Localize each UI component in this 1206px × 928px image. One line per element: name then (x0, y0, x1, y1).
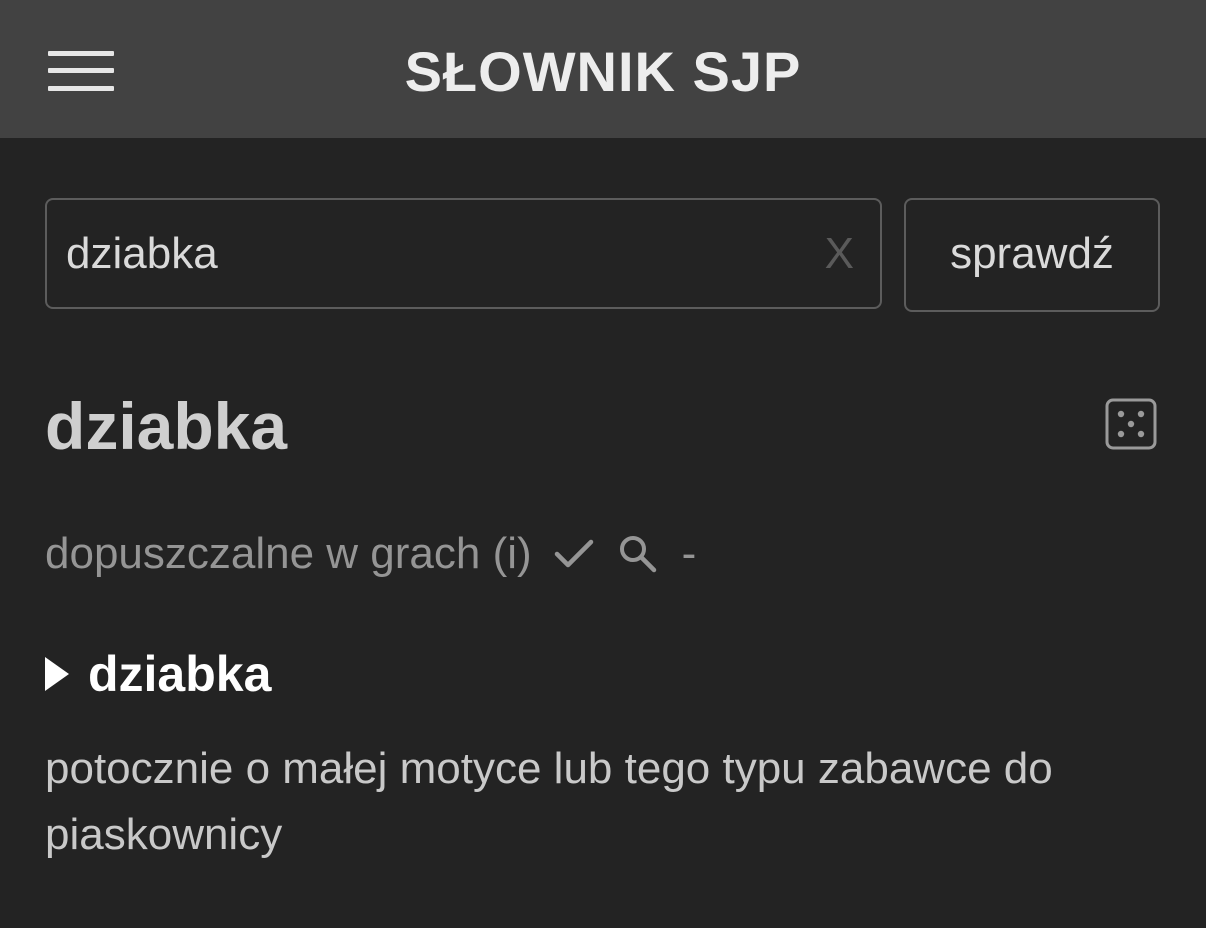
game-status-line: dopuszczalne w grach (i) - (45, 526, 696, 582)
checkmark-icon[interactable] (552, 532, 596, 576)
top-bar: SŁOWNIK SJP (0, 0, 1206, 138)
app-title[interactable]: SŁOWNIK SJP (0, 40, 1206, 104)
game-status-text: dopuszczalne w grach (i) (45, 529, 532, 578)
definition-toggle[interactable]: dziabka (45, 644, 271, 704)
expand-triangle-icon[interactable] (45, 657, 69, 691)
check-button[interactable]: sprawdź (904, 198, 1160, 312)
search-box: X (45, 198, 882, 309)
clear-search-button[interactable]: X (825, 228, 854, 280)
entry-title: dziabka (45, 389, 288, 463)
search-icon[interactable] (616, 532, 660, 576)
status-dash: - (681, 529, 697, 578)
definition-text: potocznie o małej motyce lub tego typu z… (45, 744, 1053, 859)
search-input[interactable] (66, 224, 786, 284)
dice-icon[interactable] (1105, 398, 1157, 450)
definition-word: dziabka (88, 646, 272, 702)
